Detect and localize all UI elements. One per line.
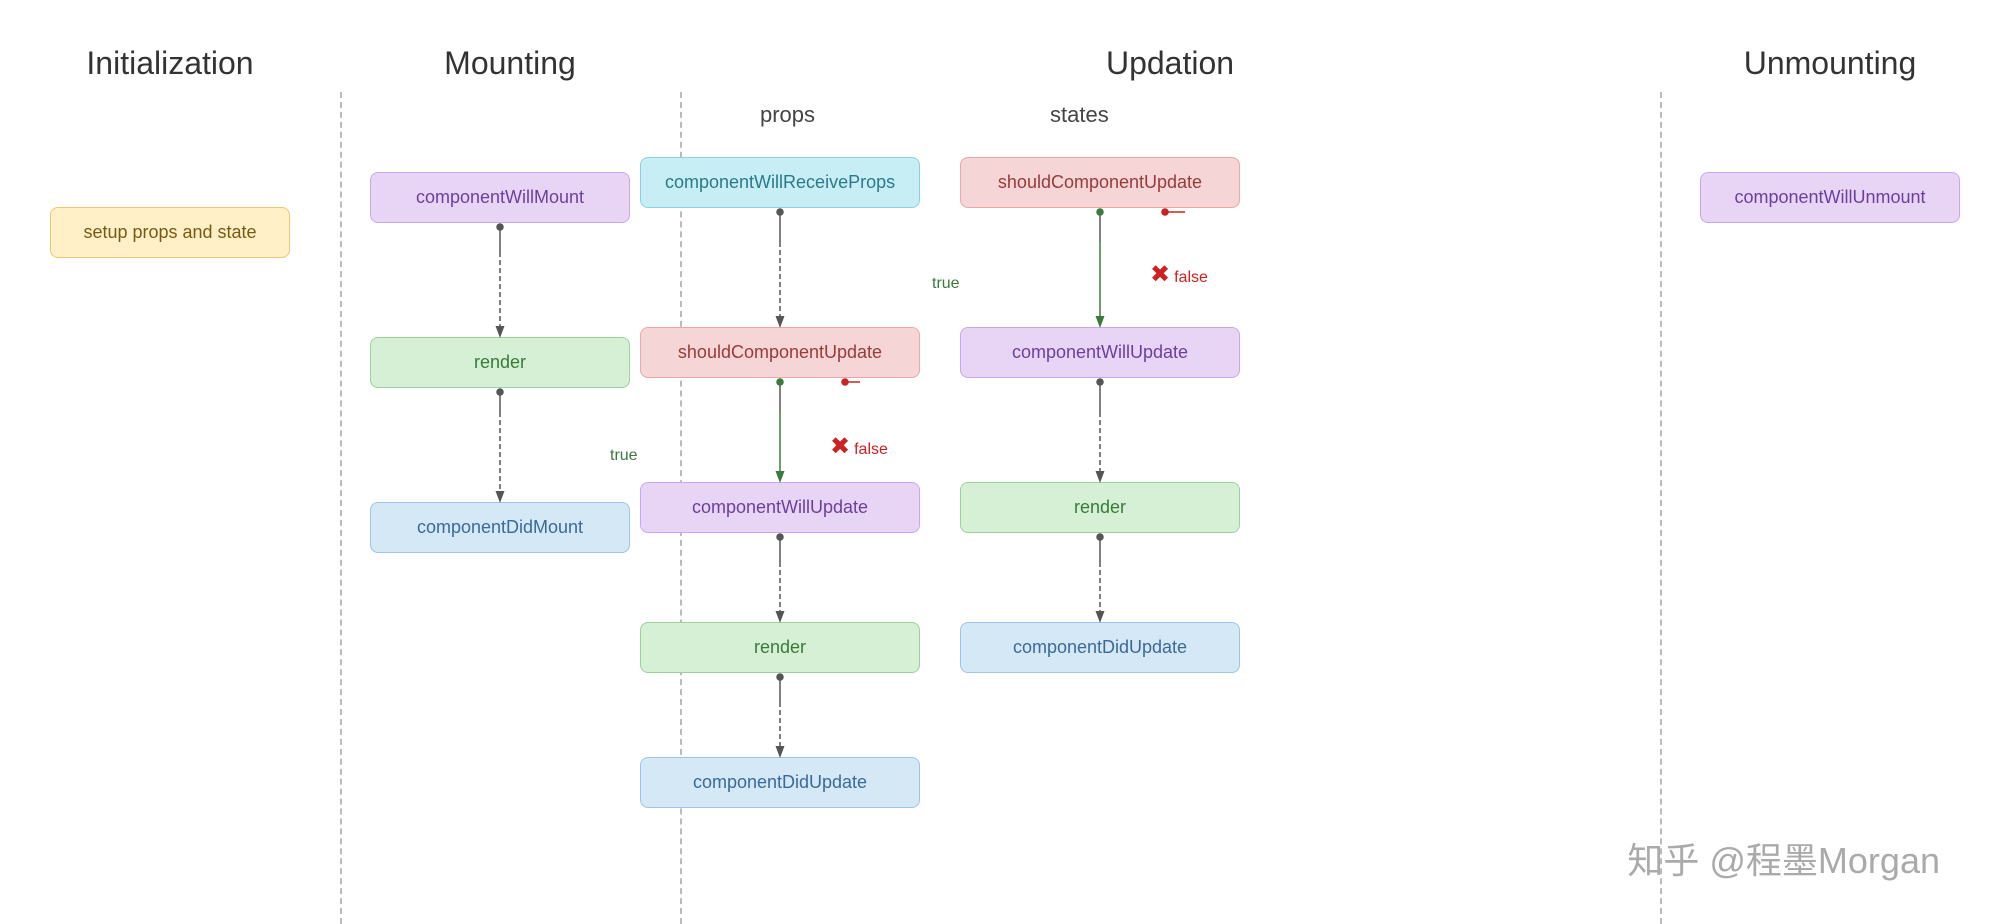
- box-shouldComponentUpdate-props: shouldComponentUpdate: [640, 327, 920, 378]
- separator-3: [1660, 92, 1662, 924]
- box-render-props: render: [640, 622, 920, 673]
- lifecycle-diagram: Initialization Mounting Updation Unmount…: [0, 0, 2000, 924]
- box-render-mounting: render: [370, 337, 630, 388]
- box-componentDidUpdate-props: componentDidUpdate: [640, 757, 920, 808]
- header-initialization: Initialization: [86, 45, 253, 81]
- box-componentWillUpdate-states: componentWillUpdate: [960, 327, 1240, 378]
- label-false-props: ✖false: [830, 432, 888, 461]
- box-componentWillMount: componentWillMount: [370, 172, 630, 223]
- label-false-states: ✖false: [1150, 260, 1208, 289]
- box-componentDidUpdate-states: componentDidUpdate: [960, 622, 1240, 673]
- separator-1: [340, 92, 342, 924]
- box-componentWillUpdate-props: componentWillUpdate: [640, 482, 920, 533]
- header-mounting: Mounting: [444, 45, 576, 81]
- box-componentWillReceiveProps: componentWillReceiveProps: [640, 157, 920, 208]
- box-componentDidMount: componentDidMount: [370, 502, 630, 553]
- watermark: 知乎 @程墨Morgan: [1627, 832, 1940, 884]
- box-setup-props-state: setup props and state: [50, 207, 290, 258]
- header-updation: Updation: [1106, 45, 1234, 81]
- box-render-states: render: [960, 482, 1240, 533]
- box-componentWillUnmount: componentWillUnmount: [1700, 172, 1960, 223]
- label-true-states: true: [932, 275, 960, 293]
- box-shouldComponentUpdate-states: shouldComponentUpdate: [960, 157, 1240, 208]
- label-props: props: [760, 102, 815, 128]
- label-true-props: true: [610, 447, 638, 465]
- label-states: states: [1050, 102, 1109, 128]
- header-unmounting: Unmounting: [1744, 45, 1917, 81]
